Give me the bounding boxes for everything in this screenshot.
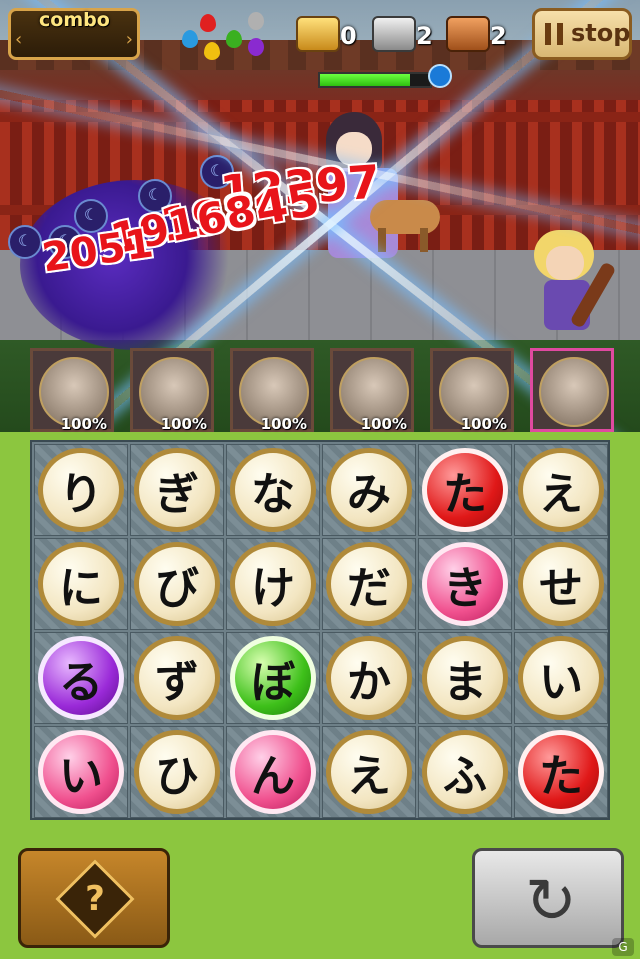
kana-tile[interactable]: い: [518, 636, 604, 720]
kana-tile[interactable]: な: [230, 448, 316, 532]
kana-tile[interactable]: き: [422, 542, 508, 626]
kana-tile[interactable]: ふ: [422, 730, 508, 814]
kana-tile[interactable]: ず: [134, 636, 220, 720]
kana-tile[interactable]: み: [326, 448, 412, 532]
fire-icon: [200, 14, 216, 32]
hp-percent: 100%: [360, 415, 407, 433]
board-cell: ふ: [418, 726, 512, 818]
kana-tile[interactable]: だ: [326, 542, 412, 626]
silver-chest-count: 2: [416, 22, 433, 50]
party-row: 100% 100% 100% 100% 100%: [30, 348, 620, 433]
bronze-chest-icon: [446, 16, 490, 52]
dark-swirl-icon: [248, 38, 264, 56]
board-cell: る: [34, 632, 128, 724]
hint-button[interactable]: ?: [18, 848, 170, 948]
gold-chest-count: 0: [340, 22, 357, 50]
board-cell: ま: [418, 632, 512, 724]
board-cell: び: [130, 538, 224, 630]
refresh-icon: ↻: [525, 864, 577, 937]
hp-percent: 100%: [160, 415, 207, 433]
party-member-5[interactable]: 100%: [430, 348, 514, 433]
kana-tile[interactable]: ぼ: [230, 636, 316, 720]
board-cell: せ: [514, 538, 608, 630]
board-cell: か: [322, 632, 416, 724]
pause-icon: [545, 23, 565, 45]
party-member-4[interactable]: 100%: [330, 348, 414, 433]
enemy-hp-bar: [318, 72, 432, 88]
board-cell: た: [514, 726, 608, 818]
party-member-6[interactable]: [530, 348, 614, 432]
enemy-hp-fill: [320, 74, 411, 86]
board-cell: き: [418, 538, 512, 630]
kana-tile[interactable]: か: [326, 636, 412, 720]
party-member-1[interactable]: 100%: [30, 348, 114, 433]
kana-tile[interactable]: た: [518, 730, 604, 814]
board-cell: い: [34, 726, 128, 818]
kana-tile[interactable]: せ: [518, 542, 604, 626]
board-cell: ず: [130, 632, 224, 724]
kana-tile[interactable]: ま: [422, 636, 508, 720]
kana-board: りぎなみたえにびけだきせるずぼかまいいひんえふた: [30, 440, 610, 820]
kana-tile[interactable]: ぎ: [134, 448, 220, 532]
hint-label: ?: [85, 879, 105, 919]
kana-tile[interactable]: ん: [230, 730, 316, 814]
water-drop-icon: [182, 30, 198, 48]
kana-tile[interactable]: に: [38, 542, 124, 626]
board-cell: だ: [322, 538, 416, 630]
kana-tile[interactable]: け: [230, 542, 316, 626]
kana-tile[interactable]: た: [422, 448, 508, 532]
board-cell: ん: [226, 726, 320, 818]
combo-label: combo: [39, 9, 110, 31]
chevron-right-icon: ›: [125, 29, 133, 50]
chevron-left-icon: ‹: [15, 29, 23, 50]
board-cell: み: [322, 444, 416, 536]
board-cell: た: [418, 444, 512, 536]
gold-chest-icon: [296, 16, 340, 52]
enemy-oni-child[interactable]: [526, 230, 617, 335]
moon-icon: ☾: [8, 225, 42, 259]
watermark: G: [612, 938, 634, 956]
silver-chest-icon: [372, 16, 416, 52]
leaf-icon: [226, 30, 242, 48]
kana-tile[interactable]: え: [518, 448, 604, 532]
stop-label: stop: [571, 19, 631, 47]
hp-percent: 100%: [260, 415, 307, 433]
element-wheel: [176, 8, 272, 60]
board-cell: り: [34, 444, 128, 536]
stop-button[interactable]: stop: [532, 8, 632, 60]
hp-percent: 100%: [460, 415, 507, 433]
kana-tile[interactable]: え: [326, 730, 412, 814]
party-member-2[interactable]: 100%: [130, 348, 214, 433]
thunder-icon: [204, 42, 220, 60]
combo-counter: combo ‹ ›: [8, 8, 140, 60]
board-cell: い: [514, 632, 608, 724]
water-element-icon: [428, 64, 452, 88]
kana-tile[interactable]: い: [38, 730, 124, 814]
board-cell: え: [514, 444, 608, 536]
flower-icon: [248, 12, 264, 30]
kana-tile[interactable]: り: [38, 448, 124, 532]
board-cell: に: [34, 538, 128, 630]
question-icon: ?: [55, 859, 135, 939]
kana-tile[interactable]: ひ: [134, 730, 220, 814]
board-cell: え: [322, 726, 416, 818]
kana-tile[interactable]: び: [134, 542, 220, 626]
board-cell: ぼ: [226, 632, 320, 724]
kana-tile[interactable]: る: [38, 636, 124, 720]
board-cell: ひ: [130, 726, 224, 818]
bronze-chest-count: 2: [490, 22, 507, 50]
hp-percent: 100%: [60, 415, 107, 433]
board-cell: な: [226, 444, 320, 536]
avatar: [539, 357, 609, 427]
board-cell: ぎ: [130, 444, 224, 536]
party-member-3[interactable]: 100%: [230, 348, 314, 433]
shuffle-button[interactable]: ↻: [472, 848, 624, 948]
board-cell: け: [226, 538, 320, 630]
